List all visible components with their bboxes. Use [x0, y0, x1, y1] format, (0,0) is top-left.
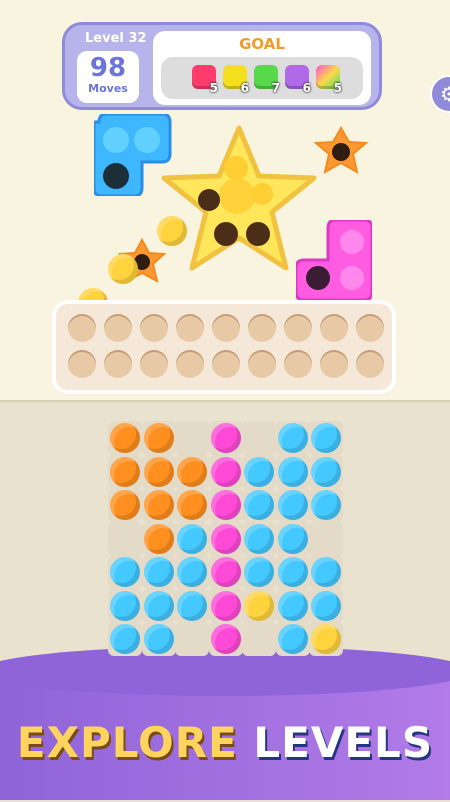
goal-title: GOAL — [239, 35, 285, 53]
board-ball[interactable] — [277, 490, 308, 520]
tray-slot — [356, 350, 384, 378]
orange-star-piece-top[interactable] — [312, 126, 370, 180]
board-ball[interactable] — [277, 456, 308, 487]
goal-count-green: 7 — [271, 81, 280, 95]
board-ball[interactable] — [277, 624, 308, 654]
tray-slot — [68, 314, 96, 342]
trajectory-ball-1 — [157, 216, 187, 246]
banner-word-levels: LEVELS — [253, 718, 434, 767]
board-ball[interactable] — [277, 557, 308, 587]
tray-slot — [356, 314, 384, 342]
goal-track: 5 6 7 6 5 — [161, 57, 363, 99]
board-ball[interactable] — [110, 624, 140, 654]
tray-slot — [212, 350, 240, 378]
green-die-icon: 7 — [254, 65, 280, 95]
board-ball[interactable] — [244, 557, 274, 587]
board-ball[interactable] — [177, 490, 207, 520]
board-ball[interactable] — [311, 456, 341, 487]
board-ball[interactable] — [143, 590, 174, 621]
rainbow-die-icon: 5 — [316, 65, 342, 95]
tray-slot — [104, 314, 132, 342]
board-ball[interactable] — [277, 590, 308, 621]
board-ball[interactable] — [143, 456, 174, 487]
board-ball[interactable] — [277, 523, 308, 554]
tray-slot — [284, 350, 312, 378]
tray-slot — [284, 314, 312, 342]
board-ball[interactable] — [311, 557, 341, 587]
board-ball[interactable] — [277, 423, 308, 453]
goal-card: GOAL 5 6 7 6 5 — [153, 31, 371, 105]
moves-card: 98 Moves — [77, 51, 139, 103]
hud-panel: Level 32 98 Moves GOAL 5 6 7 6 5 ⚙ — [62, 22, 450, 113]
board-ball[interactable] — [210, 523, 241, 554]
board-ball[interactable] — [311, 423, 341, 453]
tray-slot — [320, 350, 348, 378]
purple-die-icon: 6 — [285, 65, 311, 95]
board-ball[interactable] — [143, 423, 174, 453]
moves-value: 98 — [89, 53, 127, 83]
goal-count-yellow: 6 — [240, 81, 249, 95]
board-ball[interactable] — [210, 624, 241, 654]
board-ball[interactable] — [143, 624, 174, 654]
board-ball[interactable] — [110, 490, 140, 520]
board-ball[interactable] — [244, 523, 274, 554]
board-ball[interactable] — [177, 557, 207, 587]
board-cell — [175, 622, 209, 656]
trajectory-ball-2 — [108, 254, 138, 284]
board-ball[interactable] — [311, 624, 341, 654]
pink-block-piece[interactable] — [296, 220, 372, 300]
board-ball[interactable] — [210, 490, 241, 520]
board-cell — [242, 421, 276, 455]
board-cell — [309, 521, 343, 556]
board-ball[interactable] — [177, 590, 207, 621]
board-ball[interactable] — [311, 590, 341, 621]
board-ball[interactable] — [177, 523, 207, 554]
tray-slot — [248, 314, 276, 342]
yellow-die-icon: 6 — [223, 65, 249, 95]
tray-slot — [140, 314, 168, 342]
board-ball[interactable] — [143, 523, 174, 554]
tray-slot — [248, 350, 276, 378]
moves-label: Moves — [88, 82, 128, 95]
board-ball[interactable] — [210, 423, 241, 453]
board-cell — [108, 521, 142, 556]
board-ball[interactable] — [210, 456, 241, 487]
tray-slot — [176, 350, 204, 378]
board-ball[interactable] — [244, 590, 274, 621]
board-ball[interactable] — [110, 456, 140, 487]
tray-slot — [212, 314, 240, 342]
board-ball[interactable] — [143, 490, 174, 520]
board-ball[interactable] — [244, 456, 274, 487]
goal-count-purple: 6 — [302, 81, 311, 95]
goal-count-rainbow: 5 — [333, 81, 342, 95]
board-ball[interactable] — [210, 590, 241, 621]
board-ball[interactable] — [143, 557, 174, 587]
tray-slot — [176, 314, 204, 342]
board-ball[interactable] — [110, 590, 140, 621]
banner-title: EXPLORE LEVELS — [0, 718, 450, 767]
tray-slot — [68, 350, 96, 378]
board-ball[interactable] — [311, 490, 341, 520]
goal-count-red: 5 — [209, 81, 218, 95]
board-ball[interactable] — [244, 490, 274, 520]
tray-slot — [140, 350, 168, 378]
level-label: Level 32 — [85, 31, 147, 46]
board-ball[interactable] — [177, 456, 207, 487]
board-ball[interactable] — [210, 557, 241, 587]
red-die-icon: 5 — [192, 65, 218, 95]
tray-slot — [104, 350, 132, 378]
board-cell — [242, 622, 276, 656]
board-ball[interactable] — [110, 423, 140, 453]
tray-slot — [320, 314, 348, 342]
board-cell — [175, 421, 209, 455]
banner-word-explore: EXPLORE — [16, 718, 238, 767]
board-ball[interactable] — [110, 557, 140, 587]
collection-tray — [56, 304, 392, 390]
